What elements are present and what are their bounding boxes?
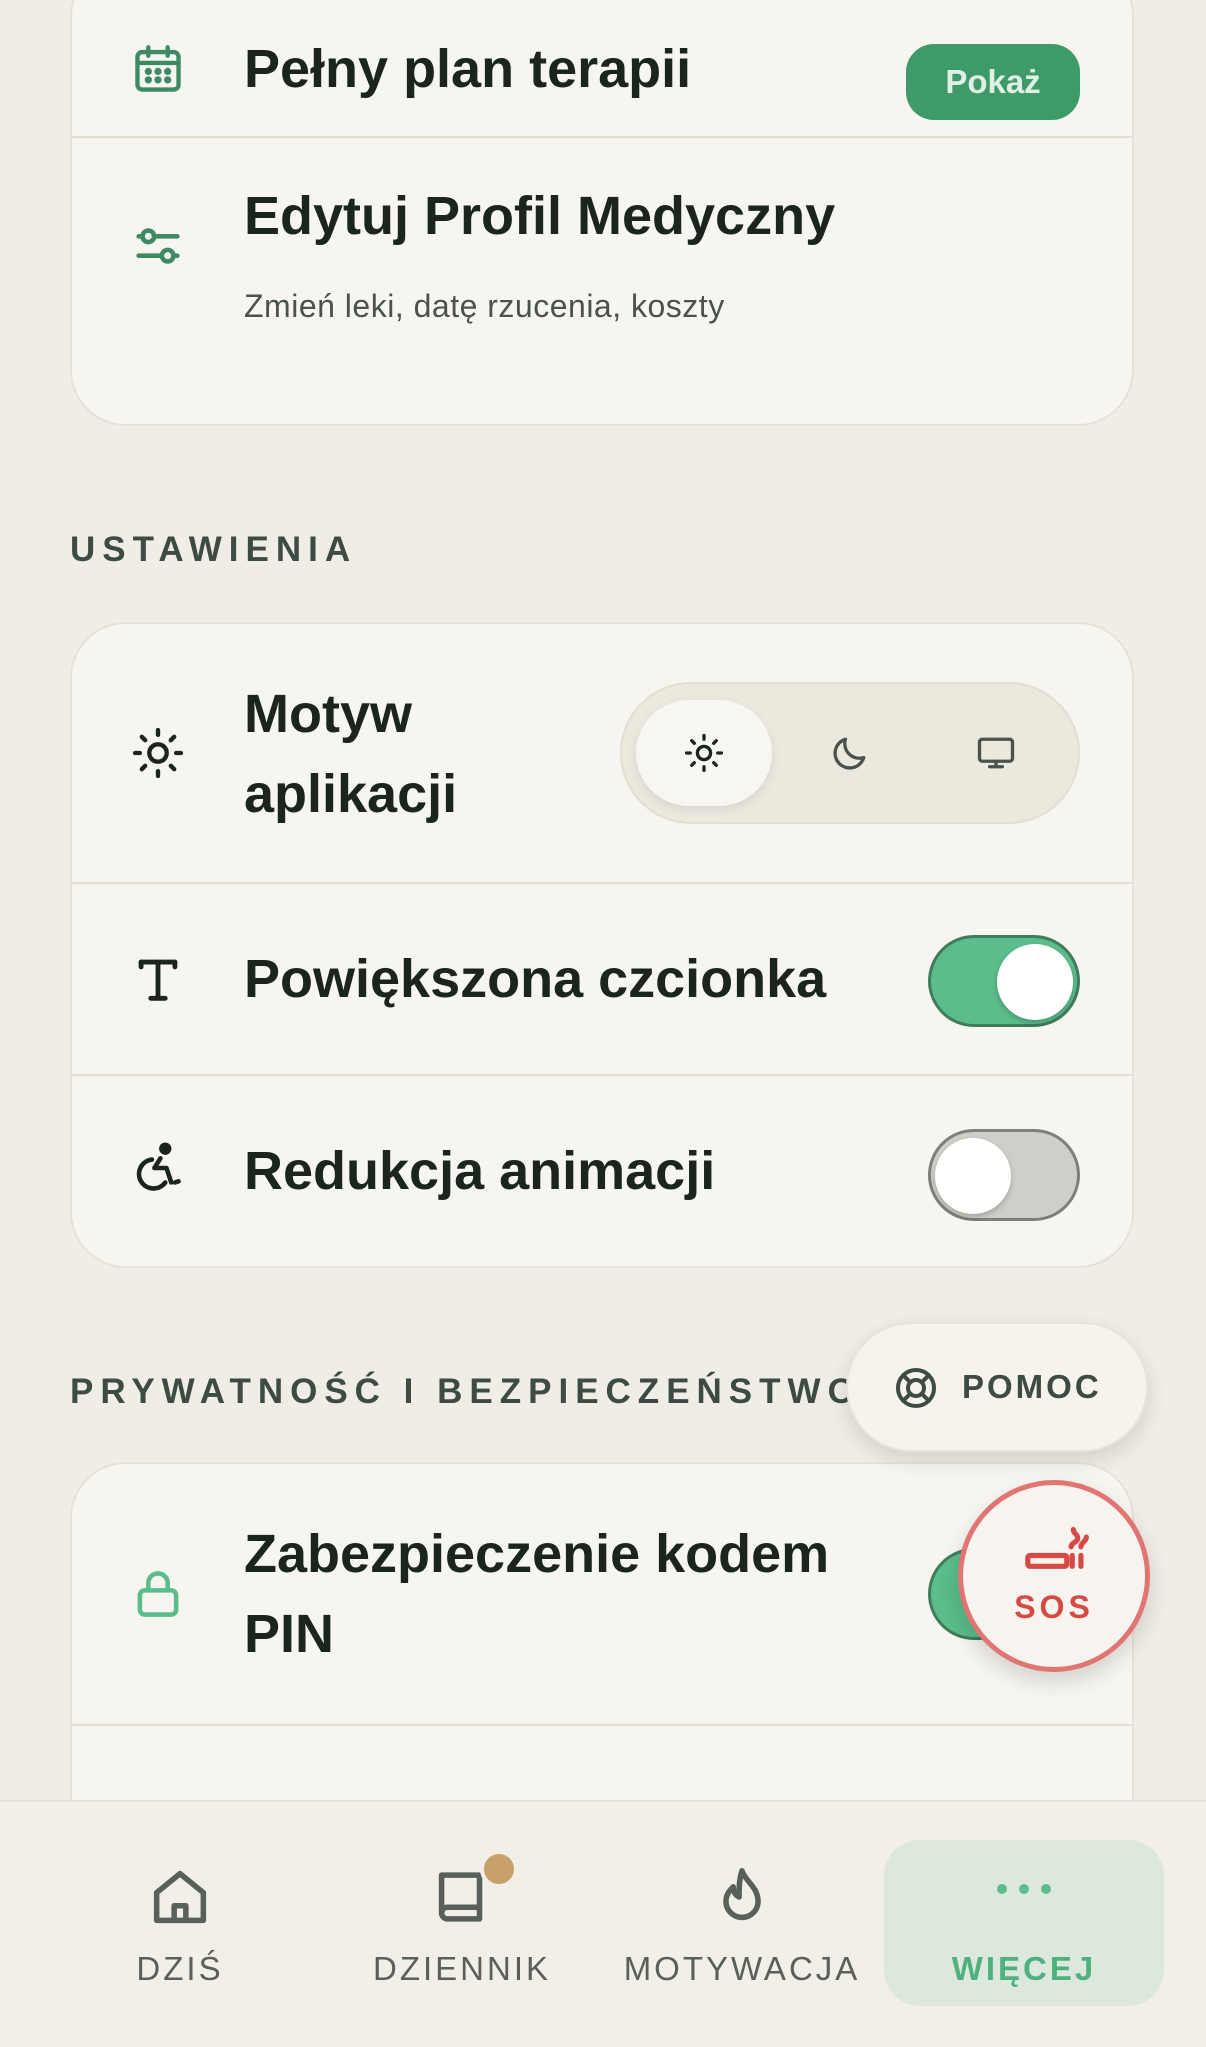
- settings-card: Motyw aplikacji Powiększona czcionka Red…: [70, 622, 1134, 1268]
- bottom-navigation: DZIŚ DZIENNIK MOTYWACJA WIĘCEJ: [0, 1800, 1206, 2047]
- theme-segmented-control: [620, 682, 1080, 824]
- nav-label-journal: DZIENNIK: [372, 1950, 551, 1987]
- nav-item-today[interactable]: DZIŚ: [38, 1802, 322, 2047]
- theme-dark-option[interactable]: [782, 700, 918, 806]
- home-icon: [145, 1862, 215, 1932]
- more-icon: [994, 1882, 1054, 1896]
- toggle-knob: [997, 944, 1073, 1020]
- text-size-icon: [124, 945, 192, 1013]
- show-plan-button[interactable]: Pokaż: [906, 44, 1080, 120]
- lock-icon: [124, 1560, 192, 1628]
- monitor-icon: [977, 737, 1015, 769]
- sun-icon: [124, 719, 192, 787]
- profile-card: Pełny plan terapii Pokaż Edytuj Profil M…: [70, 0, 1134, 426]
- theme-system-option[interactable]: [928, 700, 1064, 806]
- cigarette-icon: [1023, 1523, 1089, 1575]
- reduce-motion-row: Redukcja animacji: [72, 1076, 1132, 1266]
- sliders-icon: [124, 212, 192, 280]
- large-font-title: Powiększona czcionka: [244, 949, 827, 1009]
- moon-icon: [833, 737, 866, 770]
- sun-icon: [684, 733, 724, 773]
- theme-light-option[interactable]: [636, 700, 772, 806]
- sos-label: SOS: [1014, 1589, 1094, 1625]
- nav-label-motivation: MOTYWACJA: [623, 1950, 861, 1987]
- notification-badge: [480, 1850, 518, 1888]
- settings-section-label: USTAWIENIA: [70, 530, 358, 569]
- pin-title-line2: PIN: [244, 1604, 335, 1664]
- large-font-row: Powiększona czcionka: [72, 884, 1132, 1074]
- reduce-motion-title: Redukcja animacji: [244, 1141, 716, 1201]
- pin-title-line1: Zabezpieczenie kodem: [244, 1524, 830, 1584]
- theme-title-line1: Motyw: [244, 684, 412, 744]
- help-label: POMOC: [962, 1368, 1102, 1405]
- nav-label-more: WIĘCEJ: [951, 1950, 1097, 1987]
- flame-icon: [707, 1862, 777, 1932]
- theme-title-line2: aplikacji: [244, 764, 458, 824]
- divider: [72, 1724, 1132, 1726]
- nav-label-today: DZIŚ: [136, 1950, 224, 1987]
- nav-item-journal[interactable]: DZIENNIK: [322, 1802, 602, 2047]
- accessibility-icon: [124, 1134, 192, 1202]
- nav-item-motivation[interactable]: MOTYWACJA: [602, 1802, 882, 2047]
- toggle-knob: [935, 1138, 1011, 1214]
- therapy-plan-title: Pełny plan terapii: [244, 39, 692, 99]
- calendar-icon: [124, 35, 192, 103]
- theme-row: Motyw aplikacji: [72, 624, 1132, 882]
- help-button[interactable]: POMOC: [846, 1322, 1148, 1452]
- edit-profile-title: Edytuj Profil Medyczny: [244, 186, 836, 246]
- therapy-plan-row[interactable]: Pełny plan terapii Pokaż: [72, 2, 1132, 136]
- large-font-toggle[interactable]: [928, 935, 1080, 1027]
- edit-medical-profile-row[interactable]: Edytuj Profil Medyczny Zmień leki, datę …: [72, 138, 1132, 424]
- sos-button[interactable]: SOS: [958, 1480, 1150, 1672]
- lifebuoy-icon: [892, 1364, 940, 1412]
- nav-item-more[interactable]: WIĘCEJ: [884, 1840, 1164, 2006]
- reduce-motion-toggle[interactable]: [928, 1129, 1080, 1221]
- privacy-section-label: PRYWATNOŚĆ I BEZPIECZEŃSTWO: [70, 1372, 862, 1411]
- edit-profile-subtitle: Zmień leki, datę rzucenia, koszty: [244, 288, 725, 324]
